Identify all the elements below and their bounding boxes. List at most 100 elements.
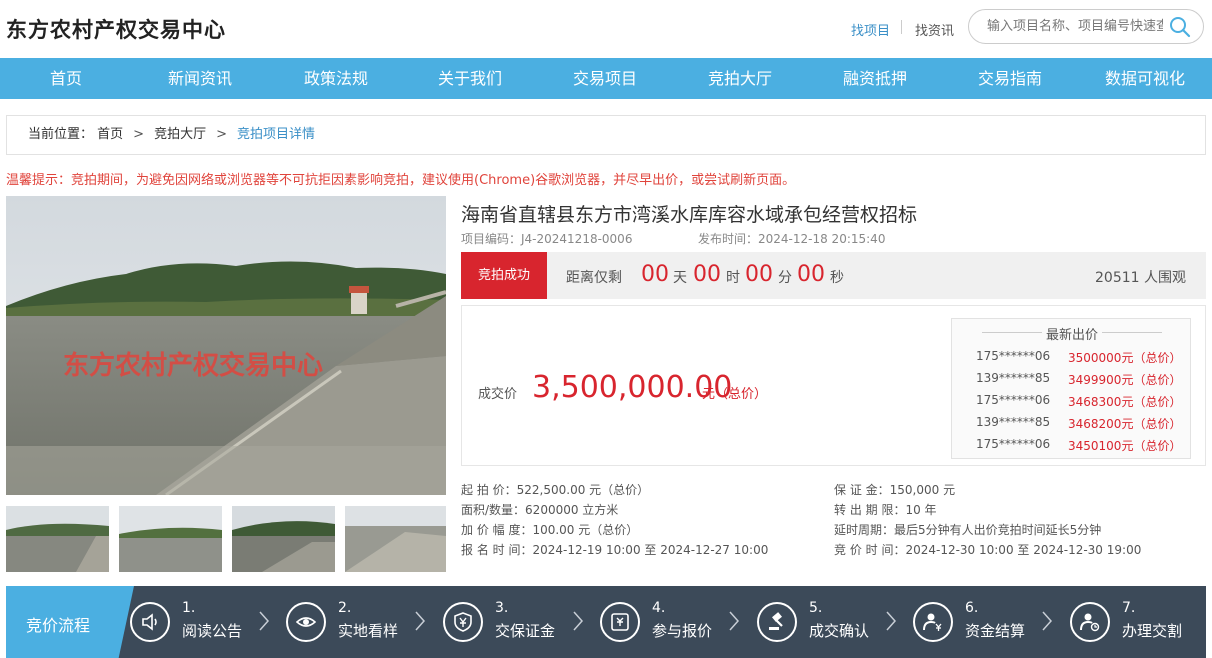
breadcrumb: 当前位置： 首页 > 竞拍大厅 > 竞拍项目详情 — [6, 115, 1206, 155]
warning-notice: 温馨提示：竞拍期间，为避免因网络或浏览器等不可抗拒因素影响竞拍，建议使用(Chr… — [6, 173, 796, 188]
thumbnail-3[interactable] — [232, 506, 335, 572]
auction-time: 竞 价 时 间：2024-12-30 10:00 至 2024-12-30 19… — [834, 543, 1142, 557]
bid-price: 3500000元（总价） — [1068, 351, 1182, 365]
step-number: 1. — [182, 600, 196, 616]
deposit: 保 证 金：150,000 元 — [834, 483, 956, 497]
bid-price: 3499900元（总价） — [1068, 373, 1182, 387]
search-icon[interactable] — [1169, 16, 1191, 42]
nav-policy[interactable]: 政策法规 — [304, 58, 368, 99]
step-number: 7. — [1122, 600, 1136, 616]
divider — [1102, 332, 1162, 333]
nav-projects[interactable]: 交易项目 — [573, 58, 637, 99]
nav-auction-hall[interactable]: 竞拍大厅 — [708, 58, 772, 99]
countdown-seconds: 00 — [797, 262, 825, 287]
days-unit: 天 — [673, 270, 687, 286]
nav-news[interactable]: 新闻资讯 — [168, 58, 232, 99]
publish-time: 发布时间：2024-12-18 20:15:40 — [698, 232, 886, 246]
countdown-hours: 00 — [693, 262, 721, 287]
nav-home[interactable]: 首页 — [50, 58, 82, 99]
chevron-right-icon — [415, 611, 426, 631]
link-divider — [901, 20, 902, 34]
area-quantity: 面积/数量：6200000 立方米 — [461, 503, 619, 517]
price-tag-icon — [600, 602, 640, 642]
step-number: 3. — [495, 600, 509, 616]
delay-period: 延时周期：最后5分钟有人出价竞拍时间延长5分钟 — [834, 523, 1102, 537]
eye-icon — [286, 602, 326, 642]
nav-financing[interactable]: 融资抵押 — [843, 58, 907, 99]
bidder-name: 175******06 — [976, 349, 1051, 363]
search-input[interactable] — [987, 17, 1163, 36]
image-watermark: 东方农村产权交易中心 — [63, 350, 323, 381]
watcher-count: 20511 人围观 — [1095, 270, 1186, 286]
step-number: 4. — [652, 600, 666, 616]
latest-bids-panel: 最新出价 175******06 3500000元（总价） 139******85… — [951, 318, 1191, 459]
bidder-name: 139******85 — [976, 415, 1051, 429]
auction-status-bar: 竞拍成功 距离仅剩 00 天 00 时 00 分 00 秒 20511 人围观 — [461, 252, 1206, 299]
breadcrumb-current: 竞拍项目详情 — [237, 127, 316, 142]
minutes-unit: 分 — [778, 270, 792, 286]
speaker-icon — [130, 602, 170, 642]
deal-price-unit: 元（总价） — [702, 387, 768, 402]
project-main-image: 东方农村产权交易中心 — [6, 196, 446, 495]
nav-guide[interactable]: 交易指南 — [978, 58, 1042, 99]
step-label: 成交确认 — [809, 622, 870, 640]
step-number: 6. — [965, 600, 979, 616]
breadcrumb-label: 当前位置： — [28, 127, 94, 142]
signup-time: 报 名 时 间：2024-12-19 10:00 至 2024-12-27 10… — [461, 543, 769, 557]
chevron-right-icon — [1042, 611, 1053, 631]
step-number: 5. — [809, 600, 823, 616]
user-money-icon — [913, 602, 953, 642]
chevron-right-icon — [886, 611, 897, 631]
search-box — [968, 9, 1204, 44]
shield-yen-icon — [443, 602, 483, 642]
chevron-right-icon — [729, 611, 740, 631]
step-label: 资金结算 — [965, 622, 1026, 640]
bid-price: 3468300元（总价） — [1068, 395, 1182, 409]
thumbnail-4[interactable] — [345, 506, 446, 572]
bid-price: 3450100元（总价） — [1068, 439, 1182, 453]
nav-data-visual[interactable]: 数据可视化 — [1105, 58, 1185, 99]
countdown-minutes: 00 — [745, 262, 773, 287]
chevron-right-icon — [573, 611, 584, 631]
thumbnail-1[interactable] — [6, 506, 109, 572]
hours-unit: 时 — [726, 270, 740, 286]
breadcrumb-home[interactable]: 首页 — [97, 127, 123, 142]
step-label: 交保证金 — [495, 622, 556, 640]
chevron-right-icon — [259, 611, 270, 631]
bidder-name: 175******06 — [976, 437, 1051, 451]
bidder-name: 139******85 — [976, 371, 1051, 385]
user-transfer-icon — [1070, 602, 1110, 642]
bid-increment: 加 价 幅 度：100.00 元（总价） — [461, 523, 639, 537]
process-tab: 竞价流程 — [6, 586, 134, 658]
bidding-process-bar: 竞价流程 1. 阅读公告 2. 实地看样 3. 交保证金 4. 参与报价 5. … — [6, 586, 1206, 658]
transfer-term: 转 出 期 限：10 年 — [834, 503, 937, 517]
nav-about[interactable]: 关于我们 — [438, 58, 502, 99]
find-project-link[interactable]: 找项目 — [851, 20, 890, 39]
step-label: 参与报价 — [652, 622, 713, 640]
main-nav: 首页 新闻资讯 政策法规 关于我们 交易项目 竞拍大厅 融资抵押 交易指南 数据… — [0, 58, 1212, 99]
step-number: 2. — [338, 600, 352, 616]
step-label: 实地看样 — [338, 622, 399, 640]
deal-price-box: 成交价 3,500,000.00 元（总价） 最新出价 175******06 3… — [461, 305, 1206, 466]
process-title: 竞价流程 — [26, 616, 91, 635]
deal-price-label: 成交价 — [478, 387, 518, 402]
breadcrumb-separator: > — [133, 127, 145, 142]
bid-price: 3468200元（总价） — [1068, 417, 1182, 431]
breadcrumb-separator: > — [216, 127, 227, 142]
step-label: 阅读公告 — [182, 622, 243, 640]
start-price: 起 拍 价：522,500.00 元（总价） — [461, 483, 650, 497]
countdown-days: 00 — [641, 262, 669, 287]
breadcrumb-auction-hall[interactable]: 竞拍大厅 — [154, 127, 206, 142]
thumbnail-2[interactable] — [119, 506, 222, 572]
site-header: 东方农村产权交易中心 找项目 找资讯 — [0, 0, 1212, 58]
site-logo[interactable]: 东方农村产权交易中心 — [6, 14, 226, 44]
project-title: 海南省直辖县东方市湾溪水库库容水域承包经营权招标 — [461, 204, 918, 226]
gavel-icon — [757, 602, 797, 642]
project-code: 项目编码：J4-20241218-0006 — [461, 232, 633, 246]
countdown-label: 距离仅剩 — [566, 270, 622, 286]
status-badge: 竞拍成功 — [461, 252, 547, 299]
step-label: 办理交割 — [1122, 622, 1183, 640]
seconds-unit: 秒 — [830, 270, 844, 286]
latest-bids-title: 最新出价 — [1045, 328, 1098, 343]
find-news-link[interactable]: 找资讯 — [915, 20, 954, 39]
